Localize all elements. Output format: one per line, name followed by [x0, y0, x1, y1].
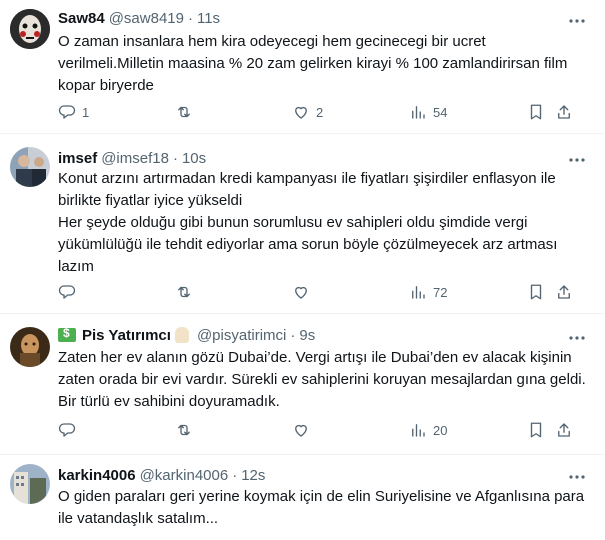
bookmark-button[interactable]	[527, 420, 545, 440]
tweet-text: O giden paraları geri yerine koymak için…	[58, 488, 585, 527]
retweet-button[interactable]	[175, 420, 193, 440]
like-button[interactable]	[292, 420, 310, 440]
tweet-header: Saw84 @saw8419 · 11s	[58, 8, 220, 28]
share-button[interactable]	[555, 102, 573, 122]
tweet-header: imsef @imsef18 · 10s	[58, 148, 206, 168]
timestamp[interactable]: 11s	[197, 10, 220, 27]
timestamp[interactable]: 10s	[182, 150, 206, 167]
reply-count: 1	[82, 104, 90, 120]
avatar[interactable]	[10, 9, 50, 49]
tweet-text: Konut arzını artırmadan kredi kampanyası…	[58, 170, 558, 275]
separator-dot: ·	[187, 9, 193, 27]
share-icon	[558, 285, 570, 299]
bookmark-button[interactable]	[527, 282, 545, 302]
bookmark-icon	[530, 284, 542, 300]
views-icon	[412, 424, 425, 437]
views-count: 20	[433, 422, 448, 438]
avatar[interactable]	[10, 327, 50, 367]
separator-dot: ·	[172, 149, 178, 167]
tweet-header: karkin4006 @karkin4006 · 12s	[58, 465, 265, 485]
more-icon[interactable]	[567, 12, 587, 32]
views-button[interactable]: 54	[409, 102, 447, 122]
tweet[interactable]: karkin4006 @karkin4006 · 12s O giden par…	[0, 456, 605, 540]
display-name[interactable]: karkin4006	[58, 467, 136, 484]
retweet-icon	[178, 286, 190, 298]
reply-button[interactable]: 1	[58, 102, 89, 122]
avatar[interactable]	[10, 147, 50, 187]
bookmark-icon	[530, 422, 542, 438]
tweet-header: Pis Yatırımcı @pisyatirimci · 9s	[58, 325, 315, 345]
username[interactable]: @saw8419	[109, 10, 184, 27]
like-icon	[295, 286, 307, 299]
separator-dot: ·	[290, 326, 296, 344]
more-icon[interactable]	[567, 468, 587, 488]
views-icon	[412, 286, 425, 299]
reply-button[interactable]	[58, 282, 76, 302]
separator-dot: ·	[232, 466, 238, 484]
tweet-text: O zaman insanlara hem kira odeyecegi hem…	[58, 33, 568, 94]
retweet-icon	[178, 106, 190, 118]
tweet[interactable]: Saw84 @saw8419 · 11s O zaman insanlara h…	[0, 0, 605, 134]
username[interactable]: @karkin4006	[140, 467, 229, 484]
share-button[interactable]	[555, 282, 573, 302]
tweet-actions: 1 2 54	[58, 102, 588, 122]
retweet-button[interactable]	[175, 282, 193, 302]
more-icon[interactable]	[567, 329, 587, 349]
share-icon	[558, 105, 570, 119]
like-icon	[295, 106, 307, 119]
views-button[interactable]: 20	[409, 420, 447, 440]
money-emoji-icon	[58, 326, 76, 342]
reply-icon	[58, 285, 76, 299]
timeline: Saw84 @saw8419 · 11s O zaman insanlara h…	[0, 0, 605, 540]
share-icon	[558, 423, 570, 437]
tweet-text: Zaten her ev alanın gözü Dubai’de. Vergi…	[58, 349, 586, 410]
retweet-icon	[178, 424, 190, 436]
bookmark-button[interactable]	[527, 102, 545, 122]
like-icon	[295, 424, 307, 437]
views-icon	[412, 106, 425, 119]
reply-button[interactable]	[58, 420, 76, 440]
reply-icon	[58, 105, 76, 119]
tweet[interactable]: imsef @imsef18 · 10s Konut arzını artırm…	[0, 135, 605, 314]
bookmark-icon	[530, 104, 542, 120]
timestamp[interactable]: 9s	[299, 327, 315, 344]
share-button[interactable]	[555, 420, 573, 440]
views-count: 72	[433, 284, 448, 300]
avatar[interactable]	[10, 464, 50, 504]
tweet-actions: 72	[58, 282, 588, 302]
tweet-actions: 20	[58, 420, 588, 440]
views-count: 54	[433, 104, 448, 120]
tweet[interactable]: Pis Yatırımcı @pisyatirimci · 9s Zaten h…	[0, 315, 605, 455]
retweet-button[interactable]	[175, 102, 193, 122]
display-name[interactable]: imsef	[58, 150, 97, 167]
hand-emoji-icon	[174, 327, 189, 343]
timestamp[interactable]: 12s	[241, 467, 265, 484]
display-name[interactable]: Saw84	[58, 10, 105, 27]
username[interactable]: @imsef18	[101, 150, 169, 167]
views-button[interactable]: 72	[409, 282, 447, 302]
reply-icon	[58, 423, 76, 437]
like-button[interactable]	[292, 282, 310, 302]
like-count: 2	[316, 104, 324, 120]
like-button[interactable]: 2	[292, 102, 323, 122]
display-name[interactable]: Pis Yatırımcı	[82, 327, 171, 344]
username[interactable]: @pisyatirimci	[197, 327, 286, 344]
